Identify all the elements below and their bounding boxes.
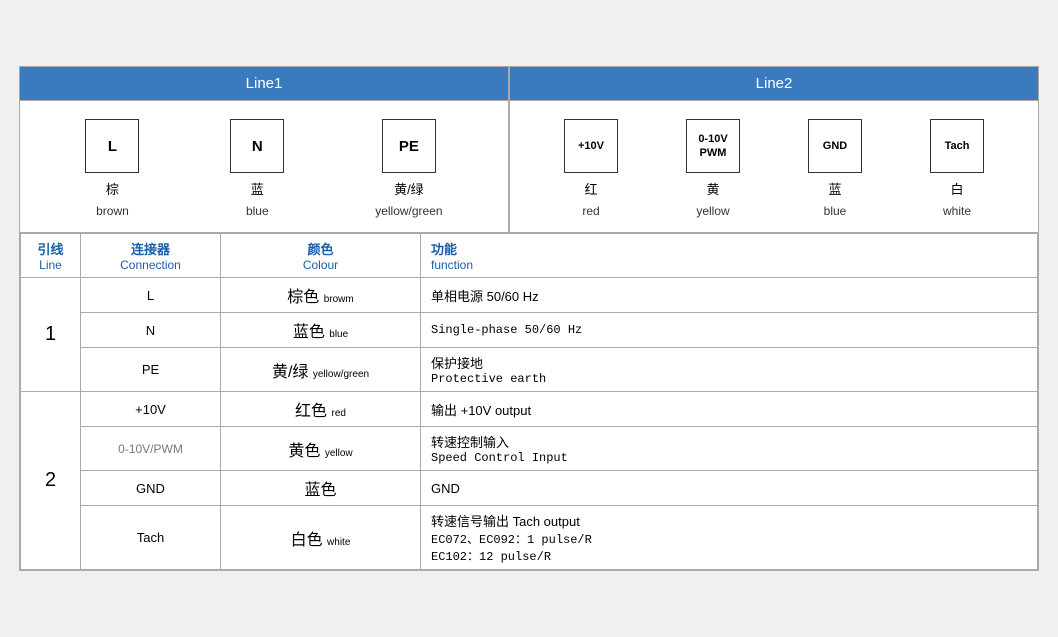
connector-item: 0-10VPWM 黄 yellow: [686, 119, 740, 218]
function-en: Protective earth: [431, 372, 1027, 386]
connector-label-en: white: [943, 204, 971, 218]
connector-label-cn: 蓝: [251, 179, 264, 198]
connector-item: L 棕 brown: [85, 119, 139, 218]
connector-label-en: yellow/green: [375, 204, 442, 218]
function-en: Speed Control Input: [431, 451, 1027, 465]
cell-connector: Tach: [81, 506, 221, 570]
header-colour: 颜色 Colour: [221, 234, 421, 278]
cell-connector: PE: [81, 348, 221, 392]
function-cn: 输出 +10V output: [431, 400, 1027, 419]
table-wrapper: 引线 Line 连接器 Connection 颜色 Colour 功能 func…: [20, 233, 1038, 570]
cell-connector: L: [81, 278, 221, 313]
cell-function: 保护接地Protective earth: [421, 348, 1038, 392]
table-row: 1L棕色 browm单相电源 50/60 Hz: [21, 278, 1038, 313]
function-en: EC072、EC092：1 pulse/R: [431, 530, 1027, 547]
diagram-line2: +10V 红 red 0-10VPWM 黄 yellow GND 蓝 blue …: [510, 101, 1038, 232]
table-row: 0-10V/PWM黄色 yellow转速控制输入Speed Control In…: [21, 427, 1038, 471]
connector-label-en: red: [582, 204, 599, 218]
main-container: Line1 Line2 L 棕 brown N 蓝 blue PE 黄/绿 ye…: [19, 66, 1039, 571]
cell-colour: 红色 red: [221, 392, 421, 427]
connector-item: N 蓝 blue: [230, 119, 284, 218]
table-row: 2+10V红色 red输出 +10V output: [21, 392, 1038, 427]
function-cn: 转速控制输入: [431, 432, 1027, 451]
connector-label-cn: 黄: [706, 179, 719, 198]
connector-item: Tach 白 white: [930, 119, 984, 218]
cell-function: 转速信号输出 Tach outputEC072、EC092：1 pulse/RE…: [421, 506, 1038, 570]
connector-label-cn: 棕: [106, 179, 119, 198]
cell-colour: 白色 white: [221, 506, 421, 570]
table-header-row: 引线 Line 连接器 Connection 颜色 Colour 功能 func…: [21, 234, 1038, 278]
connector-label-en: brown: [96, 204, 129, 218]
cell-line-number: 1: [21, 278, 81, 392]
cell-function: Single-phase 50/60 Hz: [421, 313, 1038, 348]
cell-connector: +10V: [81, 392, 221, 427]
cell-function: 输出 +10V output: [421, 392, 1038, 427]
connector-item: +10V 红 red: [564, 119, 618, 218]
header-connection: 连接器 Connection: [81, 234, 221, 278]
function-en: Single-phase 50/60 Hz: [431, 323, 1027, 337]
cell-function: 单相电源 50/60 Hz: [421, 278, 1038, 313]
cell-function: GND: [421, 471, 1038, 506]
diagram-line1: L 棕 brown N 蓝 blue PE 黄/绿 yellow/green: [20, 101, 510, 232]
connector-box: Tach: [930, 119, 984, 173]
connector-label-en: blue: [824, 204, 847, 218]
connector-box: +10V: [564, 119, 618, 173]
cell-colour: 黄色 yellow: [221, 427, 421, 471]
function-cn: 保护接地: [431, 353, 1027, 372]
connector-label-en: yellow: [696, 204, 729, 218]
cell-connector: GND: [81, 471, 221, 506]
function-cn: 转速信号输出 Tach output: [431, 511, 1027, 530]
function-cn: 单相电源 50/60 Hz: [431, 286, 1027, 305]
header-function: 功能 function: [421, 234, 1038, 278]
cell-colour: 棕色 browm: [221, 278, 421, 313]
connector-box: GND: [808, 119, 862, 173]
header-line2: Line2: [510, 67, 1038, 100]
connector-label-cn: 红: [584, 179, 597, 198]
connector-box: L: [85, 119, 139, 173]
header-row: Line1 Line2: [20, 67, 1038, 101]
table-row: PE黄/绿 yellow/green保护接地Protective earth: [21, 348, 1038, 392]
function-cn: GND: [431, 481, 1027, 496]
data-table: 引线 Line 连接器 Connection 颜色 Colour 功能 func…: [20, 233, 1038, 570]
connector-label-cn: 白: [950, 179, 963, 198]
connector-box: PE: [382, 119, 436, 173]
connector-label-en: blue: [246, 204, 269, 218]
cell-connector: N: [81, 313, 221, 348]
cell-colour: 黄/绿 yellow/green: [221, 348, 421, 392]
connector-label-cn: 蓝: [828, 179, 841, 198]
cell-colour: 蓝色: [221, 471, 421, 506]
cell-colour: 蓝色 blue: [221, 313, 421, 348]
table-row: N蓝色 blue Single-phase 50/60 Hz: [21, 313, 1038, 348]
connector-label-cn: 黄/绿: [394, 179, 424, 198]
header-line: 引线 Line: [21, 234, 81, 278]
header-line1: Line1: [20, 67, 510, 100]
cell-connector: 0-10V/PWM: [81, 427, 221, 471]
connector-box: N: [230, 119, 284, 173]
function-en: EC102：12 pulse/R: [431, 547, 1027, 564]
table-row: Tach白色 white转速信号输出 Tach outputEC072、EC09…: [21, 506, 1038, 570]
diagram-row: L 棕 brown N 蓝 blue PE 黄/绿 yellow/green +…: [20, 101, 1038, 233]
connector-item: PE 黄/绿 yellow/green: [375, 119, 442, 218]
connector-box: 0-10VPWM: [686, 119, 740, 173]
cell-function: 转速控制输入Speed Control Input: [421, 427, 1038, 471]
cell-line-number: 2: [21, 392, 81, 570]
connector-item: GND 蓝 blue: [808, 119, 862, 218]
table-row: GND蓝色GND: [21, 471, 1038, 506]
